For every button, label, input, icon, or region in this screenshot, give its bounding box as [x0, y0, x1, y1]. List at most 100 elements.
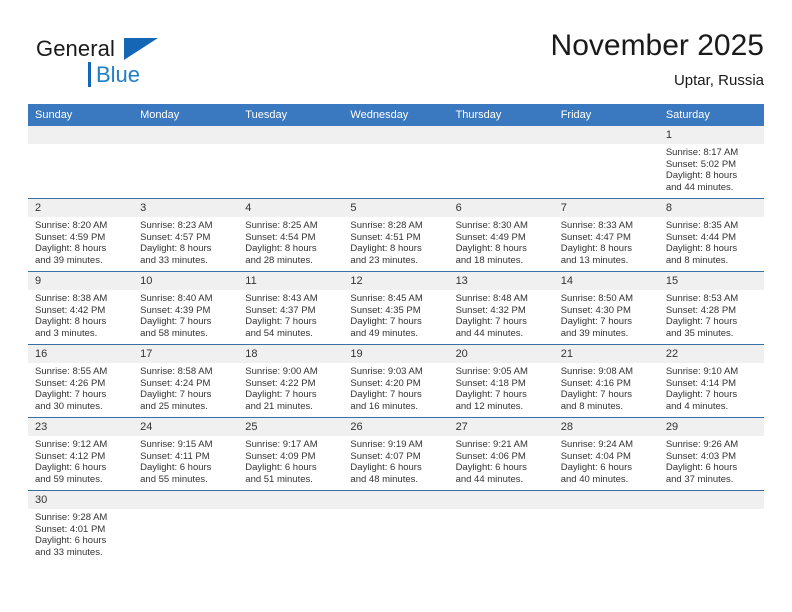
day-number: 24 [133, 418, 239, 436]
sunset-text: Sunset: 4:04 PM [560, 450, 631, 462]
day-cell-content: 4 Sunrise: 8:25 AM Sunset: 4:54 PM Daylight… [238, 199, 344, 271]
column-header-thursday: Thursday [448, 104, 554, 126]
day-sun-info: Sunrise: 9:12 AM Sunset: 4:12 PM Daylight:… [28, 436, 133, 486]
sunset-text: Sunset: 4:28 PM [665, 304, 737, 316]
calendar-day-cell[interactable]: 13 Sunrise: 8:48 AM Sunset: 4:32 PM Dayligh… [448, 271, 554, 345]
calendar-day-cell[interactable]: 12 Sunrise: 8:45 AM Sunset: 4:35 PM Dayligh… [343, 271, 449, 345]
day-cell-content [133, 491, 239, 563]
daylight-text-line1: Daylight: 8 hours [140, 243, 212, 255]
sunrise-text: Sunrise: 8:40 AM [140, 293, 213, 304]
calendar-day-cell[interactable]: 16 Sunrise: 8:55 AM Sunset: 4:26 PM Dayligh… [28, 344, 134, 418]
day-sun-info: Sunrise: 8:58 AM Sunset: 4:24 PM Daylight:… [133, 363, 238, 413]
day-cell-content: 28 Sunrise: 9:24 AM Sunset: 4:04 PM Dayligh… [553, 418, 659, 490]
calendar-day-cell[interactable]: 9 Sunrise: 8:38 AM Sunset: 4:42 PM Daylight… [28, 271, 134, 345]
calendar-day-cell[interactable]: 1 Sunrise: 8:17 AM Sunset: 5:02 PM Daylight… [658, 126, 764, 199]
day-sun-info: Sunrise: 9:28 AM Sunset: 4:01 PM Daylight:… [28, 509, 133, 559]
calendar-day-cell[interactable]: 15 Sunrise: 8:53 AM Sunset: 4:28 PM Dayligh… [658, 271, 764, 345]
day-number [343, 491, 449, 509]
calendar-day-cell[interactable]: 20 Sunrise: 9:05 AM Sunset: 4:18 PM Dayligh… [448, 344, 554, 418]
page-title: November 2025 [550, 29, 764, 62]
calendar-day-cell [448, 490, 554, 563]
daylight-text-line2: and 58 minutes. [140, 328, 208, 340]
day-cell-content: 25 Sunrise: 9:17 AM Sunset: 4:09 PM Dayligh… [238, 418, 344, 490]
sunrise-text: Sunrise: 8:33 AM [560, 220, 634, 231]
calendar-day-cell[interactable]: 30 Sunrise: 9:28 AM Sunset: 4:01 PM Dayligh… [28, 490, 134, 563]
day-number: 7 [553, 199, 659, 217]
sunset-text: Sunset: 4:54 PM [245, 231, 316, 243]
daylight-text-line1: Daylight: 8 hours [245, 243, 317, 255]
calendar-day-cell[interactable]: 17 Sunrise: 8:58 AM Sunset: 4:24 PM Dayligh… [133, 344, 239, 418]
day-sun-info: Sunrise: 8:45 AM Sunset: 4:35 PM Daylight:… [343, 290, 448, 340]
calendar-day-cell[interactable]: 4 Sunrise: 8:25 AM Sunset: 4:54 PM Daylight… [238, 198, 344, 272]
day-number: 3 [133, 199, 239, 217]
calendar-day-cell[interactable]: 26 Sunrise: 9:19 AM Sunset: 4:07 PM Dayligh… [343, 417, 449, 491]
calendar-day-cell[interactable]: 27 Sunrise: 9:21 AM Sunset: 4:06 PM Dayligh… [448, 417, 554, 491]
day-number: 1 [658, 126, 764, 144]
day-number: 6 [448, 199, 554, 217]
daylight-text-line1: Daylight: 6 hours [245, 462, 317, 474]
day-number [448, 126, 554, 144]
column-header-tuesday: Tuesday [238, 104, 344, 126]
calendar-week-row: 2 Sunrise: 8:20 AM Sunset: 4:59 PM Daylight… [28, 198, 764, 272]
calendar-day-cell[interactable]: 29 Sunrise: 9:26 AM Sunset: 4:03 PM Dayligh… [658, 417, 764, 491]
daylight-text-line1: Daylight: 7 hours [455, 316, 527, 328]
calendar-day-cell[interactable]: 28 Sunrise: 9:24 AM Sunset: 4:04 PM Dayligh… [553, 417, 659, 491]
calendar-day-cell[interactable]: 10 Sunrise: 8:40 AM Sunset: 4:39 PM Dayligh… [133, 271, 239, 345]
calendar-day-cell[interactable]: 8 Sunrise: 8:35 AM Sunset: 4:44 PM Daylight… [658, 198, 764, 272]
daylight-text-line2: and 48 minutes. [350, 474, 419, 486]
daylight-text-line2: and 21 minutes. [245, 401, 313, 413]
calendar-day-cell[interactable]: 6 Sunrise: 8:30 AM Sunset: 4:49 PM Daylight… [448, 198, 554, 272]
sunset-text: Sunset: 4:12 PM [35, 450, 106, 462]
sunrise-text: Sunrise: 8:28 AM [350, 220, 423, 231]
sunrise-text: Sunrise: 8:48 AM [455, 293, 528, 304]
day-number: 21 [553, 345, 659, 363]
calendar-day-cell[interactable]: 11 Sunrise: 8:43 AM Sunset: 4:37 PM Dayligh… [238, 271, 344, 345]
calendar-day-cell[interactable]: 5 Sunrise: 8:28 AM Sunset: 4:51 PM Daylight… [343, 198, 449, 272]
day-number: 14 [553, 272, 659, 290]
calendar-day-cell [448, 126, 554, 199]
daylight-text-line2: and 39 minutes. [35, 255, 103, 267]
brand-general-text: General [36, 36, 115, 61]
calendar-day-cell[interactable]: 18 Sunrise: 9:00 AM Sunset: 4:22 PM Dayligh… [238, 344, 344, 418]
sunset-text: Sunset: 4:26 PM [35, 377, 106, 389]
daylight-text-line2: and 25 minutes. [140, 401, 208, 413]
calendar-day-cell[interactable]: 2 Sunrise: 8:20 AM Sunset: 4:59 PM Daylight… [28, 198, 134, 272]
calendar-day-cell[interactable]: 19 Sunrise: 9:03 AM Sunset: 4:20 PM Dayligh… [343, 344, 449, 418]
day-sun-info: Sunrise: 9:19 AM Sunset: 4:07 PM Daylight:… [343, 436, 448, 486]
sunset-text: Sunset: 4:11 PM [140, 450, 210, 462]
calendar-day-cell[interactable]: 3 Sunrise: 8:23 AM Sunset: 4:57 PM Daylight… [133, 198, 239, 272]
daylight-text-line1: Daylight: 7 hours [350, 316, 422, 328]
day-number: 11 [238, 272, 344, 290]
day-number: 30 [28, 491, 134, 509]
daylight-text-line2: and 44 minutes. [455, 328, 524, 340]
calendar-week-row: 23 Sunrise: 9:12 AM Sunset: 4:12 PM Dayligh… [28, 417, 764, 491]
calendar-week-row: 1 Sunrise: 8:17 AM Sunset: 5:02 PM Daylight… [28, 126, 764, 199]
calendar-day-cell[interactable]: 24 Sunrise: 9:15 AM Sunset: 4:11 PM Dayligh… [133, 417, 239, 491]
calendar-day-cell[interactable]: 25 Sunrise: 9:17 AM Sunset: 4:09 PM Dayligh… [238, 417, 344, 491]
day-sun-info: Sunrise: 8:50 AM Sunset: 4:30 PM Daylight:… [554, 290, 659, 340]
sunrise-text: Sunrise: 8:35 AM [665, 220, 739, 231]
day-cell-content: 6 Sunrise: 8:30 AM Sunset: 4:49 PM Daylight… [448, 199, 554, 271]
general-blue-logo[interactable]: General Blue [36, 36, 216, 92]
sunrise-text: Sunrise: 8:53 AM [665, 293, 739, 304]
calendar-day-cell[interactable]: 23 Sunrise: 9:12 AM Sunset: 4:12 PM Dayligh… [28, 417, 134, 491]
sunrise-text: Sunrise: 9:15 AM [140, 439, 213, 450]
calendar-day-cell[interactable]: 14 Sunrise: 8:50 AM Sunset: 4:30 PM Dayligh… [553, 271, 659, 345]
day-cell-content [553, 491, 659, 563]
day-sun-info: Sunrise: 9:24 AM Sunset: 4:04 PM Daylight:… [554, 436, 659, 486]
day-number: 22 [658, 345, 764, 363]
sunrise-text: Sunrise: 8:20 AM [35, 220, 108, 231]
sunset-text: Sunset: 4:57 PM [140, 231, 211, 243]
day-number [658, 491, 764, 509]
calendar-day-cell [553, 490, 659, 563]
calendar-day-cell[interactable]: 7 Sunrise: 8:33 AM Sunset: 4:47 PM Daylight… [553, 198, 659, 272]
day-number: 9 [28, 272, 134, 290]
day-cell-content: 2 Sunrise: 8:20 AM Sunset: 4:59 PM Daylight… [28, 199, 134, 271]
daylight-text-line2: and 28 minutes. [245, 255, 313, 267]
calendar-day-cell[interactable]: 22 Sunrise: 9:10 AM Sunset: 4:14 PM Dayligh… [658, 344, 764, 418]
day-cell-content: 11 Sunrise: 8:43 AM Sunset: 4:37 PM Dayligh… [238, 272, 344, 344]
sunset-text: Sunset: 4:06 PM [455, 450, 526, 462]
calendar-day-cell [553, 126, 659, 199]
calendar-day-cell[interactable]: 21 Sunrise: 9:08 AM Sunset: 4:16 PM Dayligh… [553, 344, 659, 418]
day-number: 12 [343, 272, 449, 290]
